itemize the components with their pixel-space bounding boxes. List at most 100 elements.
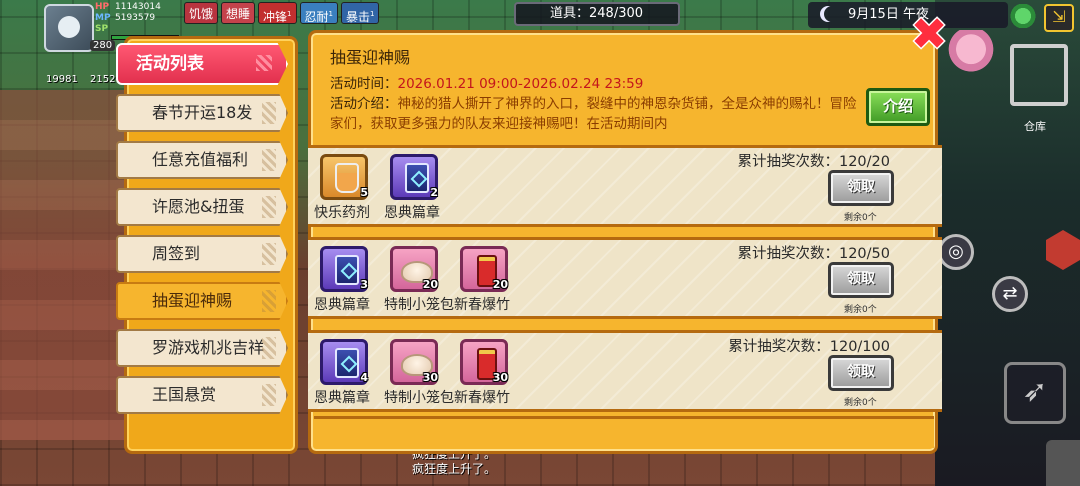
reward-item[interactable]: 2 恩典篇章: [384, 154, 440, 221]
buff-stack: 1: [370, 10, 375, 18]
buff-stack: 1: [328, 10, 333, 18]
buff-label: 想睡: [226, 7, 251, 21]
chat-line: 疯狂度上升了。: [412, 462, 497, 476]
remaining-count: 剩余0个: [844, 305, 877, 315]
currency-b: 2152: [90, 74, 116, 85]
warehouse-label: 仓库: [1024, 120, 1046, 133]
activity-desc-line: 活动介绍：神秘的猎人撕开了神界的入口，裂缝中的神恩杂货铺，全是众神的赐礼！冒险家…: [330, 94, 862, 134]
activity-time-line: 活动时间：2026.01.21 09:00-2026.02.24 23:59: [330, 74, 862, 94]
activity-desc-value: 神秘的猎人撕开了神界的入口，裂缝中的神恩杂货铺，全是众神的赐礼！冒险家们，获取更…: [330, 96, 857, 132]
hp-label: HP: [95, 2, 110, 12]
reward-name: 新春爆竹: [454, 390, 510, 406]
exit-icon[interactable]: ⇲: [1044, 4, 1074, 32]
reward-name: 特制小笼包: [384, 390, 454, 406]
reward-list: 3 恩典篇章 20 特制小笼包 20 新春爆竹: [314, 246, 510, 313]
card-icon: [405, 163, 429, 193]
close-icon[interactable]: ✖: [908, 13, 950, 57]
draw-progress: 累计抽奖次数：120/100: [728, 339, 890, 355]
activity-time-value: 2026.01.21 09:00-2026.02.24 23:59: [397, 76, 644, 92]
mp-label: MP: [95, 13, 111, 23]
panel-footer: [314, 416, 934, 448]
buff-label: 冲锋: [263, 10, 288, 24]
reward-count: 2: [430, 186, 438, 199]
bow-icon[interactable]: ➶: [1004, 362, 1066, 424]
reward-name: 特制小笼包: [384, 297, 454, 313]
remaining-count: 剩余0个: [844, 398, 877, 408]
activity-time-label: 活动时间：: [330, 76, 398, 92]
reward-name: 恩典篇章: [314, 297, 370, 313]
hp-stat: HP 11143014: [95, 2, 161, 13]
reward-tier-row: 5 快乐药剂 2 恩典篇章 累计抽奖次数：120/20 领取 剩余0个: [308, 145, 942, 227]
reward-count: 3: [360, 278, 368, 291]
buff-charge[interactable]: 冲锋1: [258, 2, 297, 24]
potion-icon: [335, 163, 359, 193]
draw-progress: 累计抽奖次数：120/50: [737, 246, 890, 262]
reward-tier-row: 4 恩典篇章 30 特制小笼包 30 新春爆竹 累计抽奖次数：120/100 领…: [308, 330, 942, 412]
reward-count: 20: [422, 278, 438, 291]
reward-name: 新春爆竹: [454, 297, 510, 313]
reward-count: 4: [360, 371, 368, 384]
sidebar-item-wishing-pool[interactable]: 许愿池&扭蛋: [116, 188, 288, 226]
mp-stat: MP 5193579: [95, 13, 155, 24]
claim-button[interactable]: 领取: [828, 355, 894, 391]
reward-count: 30: [422, 371, 438, 384]
reward-list: 5 快乐药剂 2 恩典篇章: [314, 154, 440, 221]
claim-button[interactable]: 领取: [828, 262, 894, 298]
reward-name: 恩典篇章: [384, 205, 440, 221]
buff-bar: 饥饿 想睡 冲锋1 忍耐1 暴击1: [184, 2, 380, 24]
card-icon: [335, 255, 359, 285]
sidebar-item-recharge-bonus[interactable]: 任意充值福利: [116, 141, 288, 179]
reward-item[interactable]: 4 恩典篇章: [314, 339, 370, 406]
remaining-count: 剩余0个: [844, 213, 877, 223]
reward-name: 恩典篇章: [314, 390, 370, 406]
reward-name: 快乐药剂: [314, 205, 370, 221]
sidebar-item-egg-draw[interactable]: 抽蛋迎神赐: [116, 282, 288, 320]
activity-info: 活动时间：2026.01.21 09:00-2026.02.24 23:59 活…: [330, 74, 862, 142]
npc-character[interactable]: [948, 30, 994, 78]
reward-item[interactable]: 3 恩典篇章: [314, 246, 370, 313]
sidebar-item-kingdom-bounty[interactable]: 王国悬赏: [116, 376, 288, 414]
buff-label: 暴击: [346, 10, 371, 24]
hp-value: 11143014: [115, 2, 161, 12]
buff-label: 忍耐: [304, 10, 329, 24]
reward-count: 20: [492, 278, 508, 291]
buff-stack: 1: [287, 10, 292, 18]
reward-item[interactable]: 30 新春爆竹: [454, 339, 510, 406]
reward-list: 4 恩典篇章 30 特制小笼包 30 新春爆竹: [314, 339, 510, 406]
currency-a: 19981: [46, 74, 78, 85]
player-avatar[interactable]: [44, 4, 94, 52]
sidebar-item-game-machine[interactable]: 罗游戏机兆吉祥: [116, 329, 288, 367]
buff-label: 饥饿: [189, 7, 214, 21]
sp-stat: SP: [95, 24, 111, 35]
world-tiles: [0, 90, 130, 440]
warehouse-icon[interactable]: [1010, 44, 1068, 106]
buff-sleepy[interactable]: 想睡: [221, 2, 256, 24]
activity-list-header: 活动列表: [116, 43, 288, 85]
inventory-count[interactable]: 道具：248/300: [514, 2, 680, 26]
sidebar-item-weekly-signin[interactable]: 周签到: [116, 235, 288, 273]
network-icon[interactable]: [1010, 4, 1036, 28]
draw-progress: 累计抽奖次数：120/20: [737, 154, 890, 170]
moon-icon: [824, 6, 840, 22]
claim-button[interactable]: 领取: [828, 170, 894, 206]
reward-count: 30: [492, 371, 508, 384]
intro-button[interactable]: 介绍: [866, 88, 930, 126]
buff-endure[interactable]: 忍耐1: [299, 2, 338, 24]
sword-icon[interactable]: [1046, 440, 1080, 486]
reward-count: 5: [360, 186, 368, 199]
player-level: 280: [90, 40, 116, 51]
reward-item[interactable]: 5 快乐药剂: [314, 154, 370, 221]
reward-tier-row: 3 恩典篇章 20 特制小笼包 20 新春爆竹 累计抽奖次数：120/50 领取…: [308, 237, 942, 319]
skill-icon[interactable]: ◎: [938, 234, 974, 270]
reward-item[interactable]: 20 特制小笼包: [384, 246, 454, 313]
buff-crit[interactable]: 暴击1: [341, 2, 380, 24]
reward-item[interactable]: 20 新春爆竹: [454, 246, 510, 313]
sidebar-item-spring-fortune[interactable]: 春节开运18发: [116, 94, 288, 132]
sp-label: SP: [95, 24, 109, 34]
swap-icon[interactable]: ⇄: [992, 276, 1028, 312]
buff-hunger[interactable]: 饥饿: [184, 2, 219, 24]
activity-desc-label: 活动介绍：: [330, 96, 398, 112]
card-icon: [335, 348, 359, 378]
mp-value: 5193579: [115, 13, 156, 23]
reward-item[interactable]: 30 特制小笼包: [384, 339, 454, 406]
